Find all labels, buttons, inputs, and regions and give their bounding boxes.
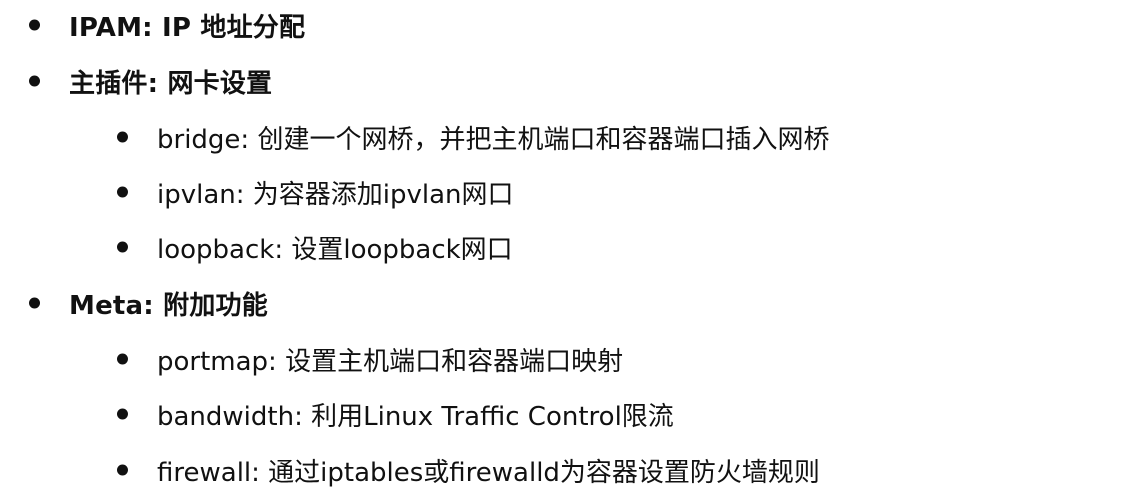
bullet-dot [117, 241, 128, 253]
bullet-dot [29, 19, 40, 31]
list-item-text: ipvlan: 为容器添加ipvlan网口 [157, 179, 514, 210]
bullet-dot [117, 131, 128, 143]
list-item-text: IPAM: IP 地址分配 [69, 12, 306, 43]
list-item-text: loopback: 设置loopback网口 [157, 234, 513, 265]
bullet-dot [29, 75, 40, 87]
bullet-dot [29, 297, 40, 309]
list-item-text: firewall: 通过iptables或firewalld为容器设置防火墙规则 [157, 457, 820, 488]
bullet-dot [117, 464, 128, 476]
bullet-dot [117, 186, 128, 198]
list-item-text: Meta: 附加功能 [69, 290, 268, 321]
list-item-text: 主插件: 网卡设置 [69, 68, 273, 99]
bullet-dot [117, 353, 128, 365]
bullet-dot [117, 408, 128, 420]
list-item-text: bandwidth: 利用Linux Traffic Control限流 [157, 401, 674, 432]
list-item-text: portmap: 设置主机端口和容器端口映射 [157, 346, 624, 377]
list-item-text: bridge: 创建一个网桥，并把主机端口和容器端口插入网桥 [157, 124, 830, 155]
